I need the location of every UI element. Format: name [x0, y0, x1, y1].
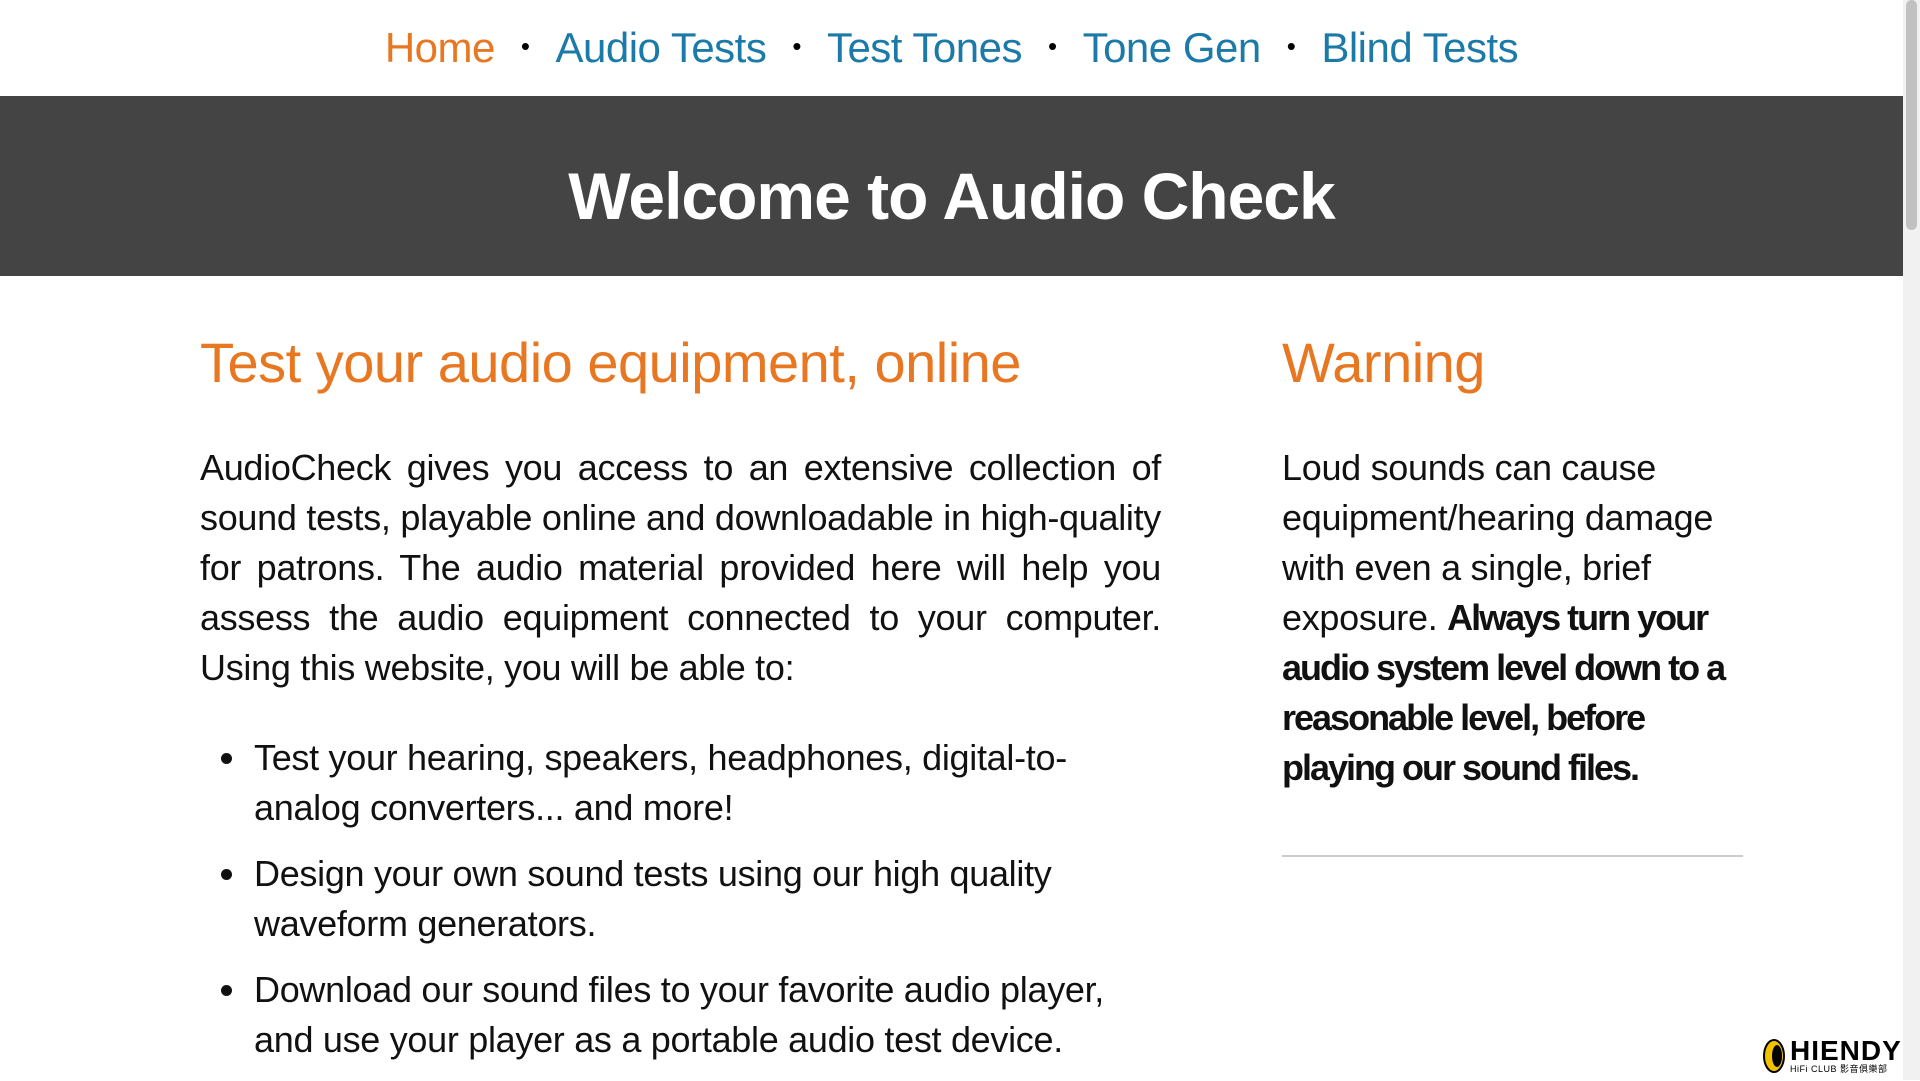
scrollbar-thumb[interactable]: [1906, 0, 1917, 230]
intro-paragraph: AudioCheck gives you access to an extens…: [200, 447, 1161, 688]
nav-home-link[interactable]: Home: [385, 24, 496, 72]
top-navigation: Home • Audio Tests • Test Tones • Tone G…: [0, 0, 1903, 96]
warning-text: Loud sounds can cause equipment/hearing …: [1282, 443, 1743, 793]
nav-separator: •: [792, 30, 801, 61]
nav-test-tones-link[interactable]: Test Tones: [827, 24, 1023, 72]
vertical-scrollbar[interactable]: [1903, 0, 1920, 1080]
hiendy-logo-icon: [1763, 1039, 1785, 1073]
page-title: Welcome to Audio Check: [568, 159, 1335, 233]
warning-title: Warning: [1282, 331, 1485, 394]
nav-separator: •: [1047, 30, 1057, 61]
feature-item-download: Download our sound files to your favorit…: [250, 965, 1161, 1065]
nav-tone-gen-link[interactable]: Tone Gen: [1083, 24, 1262, 72]
feature-item-design: Design your own sound tests using our hi…: [250, 849, 1161, 949]
nav-separator: •: [1286, 30, 1296, 61]
feature-item-hearing: Test your hearing, speakers, headphones,…: [250, 733, 1161, 833]
watermark-brand: HIENDY: [1790, 1035, 1902, 1066]
nav-separator: •: [520, 30, 530, 61]
watermark-subtitle: HiFi CLUB 影音俱樂部: [1790, 1064, 1888, 1074]
welcome-banner: Welcome to Audio Check: [0, 96, 1903, 276]
section-title: Test your audio equipment, online: [200, 331, 1021, 394]
nav-blind-tests-link[interactable]: Blind Tests: [1321, 24, 1518, 72]
main-content: Test your audio equipment, online AudioC…: [200, 330, 1161, 1081]
warning-sidebar: Warning Loud sounds can cause equipment/…: [1282, 330, 1743, 865]
sidebar-divider: [1282, 855, 1743, 857]
nav-audio-tests-link[interactable]: Audio Tests: [555, 24, 766, 72]
feature-list: Test your hearing, speakers, headphones,…: [200, 733, 1161, 1065]
hiendy-watermark-logo: HIENDY HiFi CLUB 影音俱樂部: [1762, 1036, 1912, 1076]
